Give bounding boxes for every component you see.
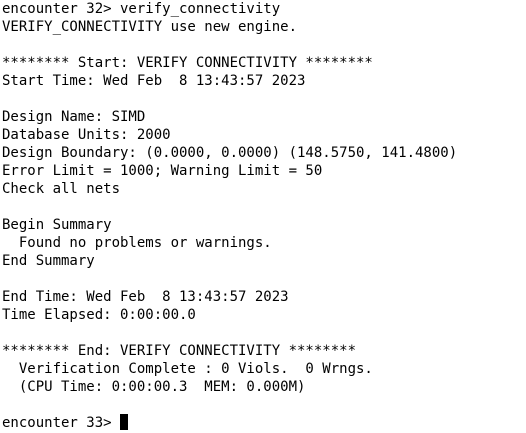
terminal-line-engine: VERIFY_CONNECTIVITY use new engine.: [2, 19, 298, 35]
terminal-line-start-banner: ******** Start: VERIFY CONNECTIVITY ****…: [2, 55, 373, 71]
terminal-line-time-elapsed: Time Elapsed: 0:00:00.0: [2, 307, 196, 323]
terminal-line-summary-result: Found no problems or warnings.: [2, 235, 272, 251]
terminal-window[interactable]: encounter 32> verify_connectivity VERIFY…: [0, 0, 526, 433]
terminal-line-cpu-time: (CPU Time: 0:00:00.3 MEM: 0.000M): [2, 379, 306, 395]
terminal-prompt-line[interactable]: encounter 33>: [2, 414, 526, 432]
terminal-line-verification-complete: Verification Complete : 0 Viols. 0 Wrngs…: [2, 361, 373, 377]
terminal-line-end-summary: End Summary: [2, 253, 95, 269]
terminal-prompt: encounter 33>: [2, 415, 121, 431]
terminal-line-limits: Error Limit = 1000; Warning Limit = 50: [2, 163, 323, 179]
terminal-line-start-time: Start Time: Wed Feb 8 13:43:57 2023: [2, 73, 306, 89]
terminal-line-check-nets: Check all nets: [2, 181, 121, 197]
terminal-line-design-boundary: Design Boundary: (0.0000, 0.0000) (148.5…: [2, 145, 458, 161]
text-cursor: [120, 414, 129, 430]
terminal-line-begin-summary: Begin Summary: [2, 217, 112, 233]
terminal-line-end-time: End Time: Wed Feb 8 13:43:57 2023: [2, 289, 289, 305]
terminal-line-command: encounter 32> verify_connectivity: [2, 1, 281, 17]
terminal-line-end-banner: ******** End: VERIFY CONNECTIVITY ******…: [2, 343, 357, 359]
terminal-line-database-units: Database Units: 2000: [2, 127, 171, 143]
terminal-line-design-name: Design Name: SIMD: [2, 109, 146, 125]
